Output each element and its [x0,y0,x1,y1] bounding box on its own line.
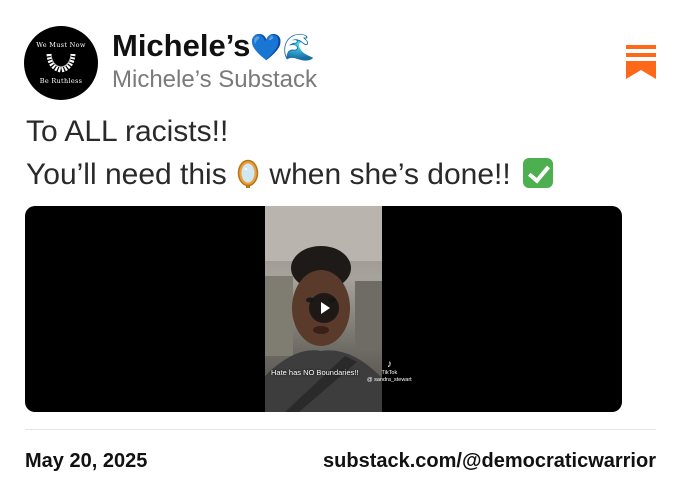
heart-wave-emoji-icon: 💙🌊 [250,33,316,63]
avatar-top-text: We Must Now [36,41,86,49]
post-url-link[interactable]: substack.com/@democraticwarrior [323,450,656,473]
tiktok-handle: @ sandra_stewart [367,377,412,383]
collar-icon [46,53,76,73]
post-date: May 20, 2025 [25,450,148,472]
check-mark-emoji-icon [523,158,554,189]
divider [25,429,656,430]
mirror-emoji-icon [237,159,259,189]
video-player[interactable]: Hate has NO Boundaries!! ♪ TikTok @ sand… [25,206,622,412]
post-text-line-1: To ALL racists!! [26,115,229,148]
author-name[interactable]: Michele’s💙🌊 [112,28,315,64]
substack-logo-icon[interactable] [626,45,656,79]
tiktok-icon: ♪ [386,359,392,370]
tiktok-watermark: ♪ TikTok @ sandra_stewart [367,360,412,384]
play-icon[interactable] [309,293,339,323]
post-text-after: when she’s done!! [269,158,511,191]
video-overlay-text: Hate has NO Boundaries!! [271,368,359,377]
publication-name[interactable]: Michele’s Substack [112,66,317,94]
author-name-text: Michele’s [112,28,251,63]
post-text-line-2: You’ll need this when she’s done!! [26,158,554,192]
avatar[interactable]: We Must Now Be Ruthless [24,26,98,100]
avatar-bottom-text: Be Ruthless [39,77,83,85]
post-text-before: You’ll need this [26,158,227,191]
tiktok-label: TikTok [381,370,398,376]
